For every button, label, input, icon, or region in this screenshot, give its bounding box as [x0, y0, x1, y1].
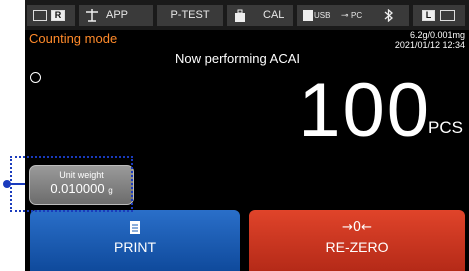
usb-icon	[303, 10, 313, 21]
weight-icon	[235, 9, 245, 22]
l-badge: L	[422, 10, 435, 21]
app-button[interactable]: APP	[79, 5, 153, 26]
bluetooth-icon	[384, 9, 393, 22]
balance-icon	[86, 9, 98, 22]
app-label: APP	[106, 9, 129, 21]
status-button[interactable]: R	[27, 5, 75, 26]
rezero-button[interactable]: →0← RE-ZERO	[249, 210, 465, 271]
datetime-text: 2021/01/12 12:34	[394, 40, 465, 50]
callout-frame	[10, 156, 133, 212]
cal-label: CAL	[263, 9, 285, 21]
rezero-label: RE-ZERO	[325, 239, 389, 255]
usb-label: USB	[314, 11, 331, 20]
mode-label: Counting mode	[29, 31, 118, 46]
status-message: Now performing ACAI	[175, 51, 300, 66]
r-badge: R	[51, 10, 65, 21]
count-display: 100	[298, 68, 431, 153]
callout-dot	[3, 180, 11, 188]
top-toolbar: R APP P-TEST CAL USB ⊸ PC L	[25, 0, 469, 30]
balance-screen: R APP P-TEST CAL USB ⊸ PC L Counting mod…	[25, 0, 469, 271]
ptest-button[interactable]: P-TEST	[157, 5, 223, 26]
level-icon	[440, 10, 455, 21]
readability-text: 6.2g/0.001mg	[409, 30, 465, 40]
print-label: PRINT	[114, 239, 156, 255]
stable-indicator	[30, 72, 41, 83]
count-unit: PCS	[428, 118, 463, 137]
rezero-icon: →0←	[341, 220, 373, 235]
battery-icon	[33, 10, 47, 21]
ptest-label: P-TEST	[170, 9, 210, 21]
pc-label: PC	[351, 11, 363, 20]
interface-button[interactable]: USB ⊸ PC	[297, 5, 409, 26]
callout-line	[10, 183, 25, 185]
level-button[interactable]: L	[413, 5, 465, 26]
pc-icon: ⊸	[341, 10, 349, 20]
cal-button[interactable]: CAL	[227, 5, 293, 26]
print-button[interactable]: PRINT	[30, 210, 240, 271]
document-icon	[130, 221, 140, 234]
